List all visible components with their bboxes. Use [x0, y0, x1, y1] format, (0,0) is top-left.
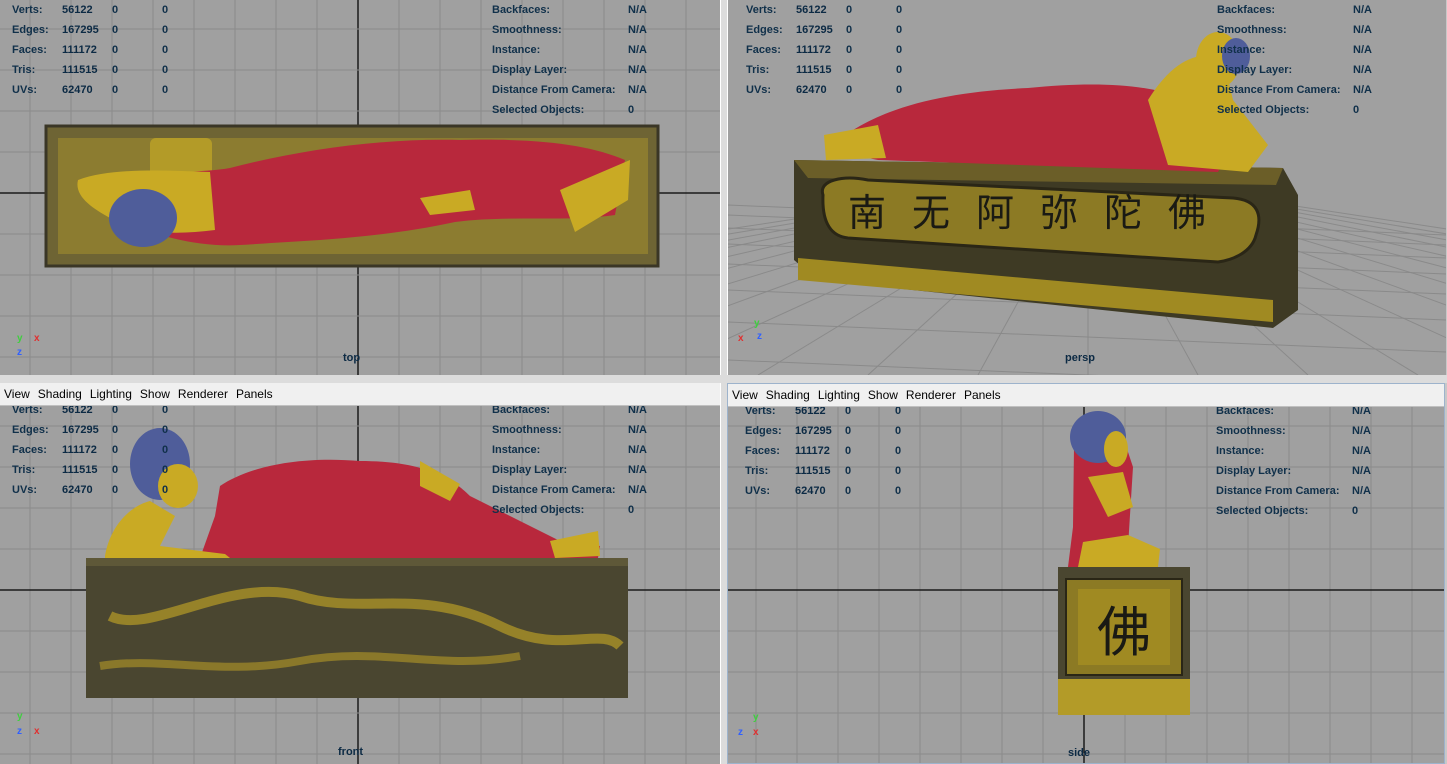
persp-inscription: 南无阿弥陀佛 — [848, 191, 1232, 235]
axis-y-label: y — [753, 712, 759, 723]
axis-x-label: x — [738, 333, 744, 344]
axis-x-label: x — [753, 727, 759, 738]
viewport-camera-label: side — [1068, 747, 1091, 759]
menu-renderer[interactable]: Renderer — [174, 383, 232, 401]
menu-lighting[interactable]: Lighting — [814, 384, 864, 402]
viewport-canvas[interactable]: 南无阿弥陀佛 Verts: 56122 0 0 Edges: 167295 0 0 Face… — [728, 0, 1446, 375]
axis-z-label: z — [738, 727, 743, 738]
viewport-menubar: View Shading Lighting Show Renderer Panels — [728, 384, 1444, 407]
axis-x-label: x — [34, 333, 40, 344]
side-inscription: 佛 — [1097, 601, 1151, 664]
viewport-top[interactable]: Verts: 56122 0 0 Edges: 167295 0 0 Faces: 11117… — [0, 0, 721, 375]
axis-y-label: y — [17, 333, 23, 344]
menu-panels[interactable]: Panels — [960, 384, 1005, 402]
axis-y-label: y — [17, 711, 23, 722]
menu-show[interactable]: Show — [864, 384, 902, 402]
viewport-side[interactable]: View Shading Lighting Show Renderer Panels 佛 … — [727, 383, 1445, 764]
viewport-canvas[interactable]: 佛 Verts: 56122 0 0 Edges: 167295 0 0 Faces: 111… — [728, 407, 1444, 763]
viewport-canvas[interactable]: Verts: 56122 0 0 Edges: 167295 0 0 Faces: 11117… — [0, 0, 720, 375]
grid-and-model — [0, 406, 720, 764]
menu-renderer[interactable]: Renderer — [902, 384, 960, 402]
menu-show[interactable]: Show — [136, 383, 174, 401]
axis-x-label: x — [34, 726, 40, 737]
viewport-menubar: View Shading Lighting Show Renderer Panels — [0, 383, 720, 406]
axis-z-label: z — [757, 331, 762, 342]
menu-view[interactable]: View — [0, 383, 34, 401]
viewport-camera-label: top — [343, 352, 361, 364]
grid-and-model: 南无阿弥陀佛 — [728, 32, 1446, 375]
menu-shading[interactable]: Shading — [34, 383, 86, 401]
viewport-front[interactable]: View Shading Lighting Show Renderer Panels Ve… — [0, 383, 721, 764]
viewport-camera-label: persp — [1065, 352, 1095, 364]
axis-z-label: z — [17, 347, 22, 358]
model-top — [44, 124, 660, 268]
viewport-canvas[interactable]: Verts: 56122 0 0 Edges: 167295 0 0 Faces: 11117… — [0, 406, 720, 764]
menu-panels[interactable]: Panels — [232, 383, 277, 401]
viewport-divider-vertical[interactable] — [720, 0, 727, 764]
menu-view[interactable]: View — [728, 384, 762, 402]
axis-z-label: z — [17, 726, 22, 737]
grid-and-model: 佛 — [728, 407, 1444, 763]
menu-lighting[interactable]: Lighting — [86, 383, 136, 401]
model-side: 佛 — [1058, 411, 1190, 715]
viewport-camera-label: front — [338, 746, 364, 758]
grid-and-model — [0, 0, 720, 375]
menu-shading[interactable]: Shading — [762, 384, 814, 402]
axis-y-label: y — [754, 318, 760, 329]
viewport-persp[interactable]: 南无阿弥陀佛 Verts: 56122 0 0 Edges: 167295 0 0 Face… — [727, 0, 1446, 375]
